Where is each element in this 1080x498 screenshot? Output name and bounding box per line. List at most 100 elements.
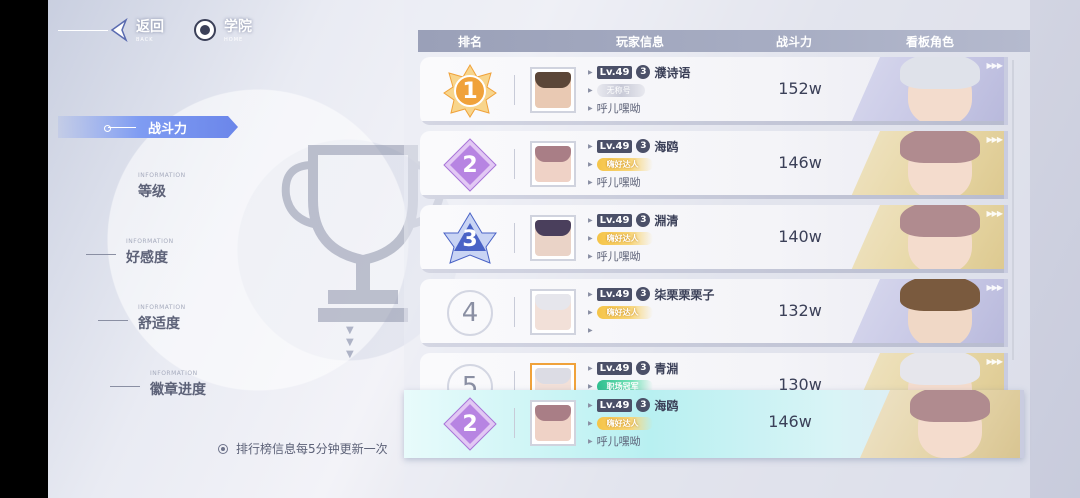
player-name: 海鸥 (654, 139, 679, 154)
group-badge: 3 (636, 398, 651, 412)
avatar (530, 289, 576, 335)
table-row[interactable]: 1 ▶ Lv.49 3 濮诗语 ▶ 无称号 ▶ 呼儿嘿呦 152w ▶▶▶ (420, 57, 1008, 125)
power-value: 146w (778, 153, 822, 172)
player-info: ▶ Lv.49 3 海鸥 ▶ 嗨好达人 ▶ 呼儿嘿呦 (588, 137, 738, 191)
home-label: 学院 (224, 19, 252, 35)
my-rank-row[interactable]: 2 ▶ Lv.49 3 海鸥 ▶ 嗨好达人 ▶ 呼儿嘿呦 146w (404, 390, 1024, 458)
showcase-character: ▶▶▶ (850, 279, 1004, 347)
divider (58, 30, 108, 31)
info-icon (218, 443, 228, 454)
indicator-icon (104, 124, 136, 132)
level-badge: Lv.49 (596, 361, 633, 375)
group-badge: 3 (636, 213, 651, 227)
power-value: 146w (768, 412, 812, 431)
menu-item-badge-progress[interactable]: INFORMATION 徽章进度 (110, 370, 206, 399)
back-button[interactable]: 返回 BACK (108, 16, 164, 43)
home-sub-label: HOME (224, 37, 244, 43)
back-arrow-icon (110, 17, 128, 42)
player-greeting: 呼儿嘿呦 (596, 435, 641, 448)
rank-number: 2 (462, 152, 478, 178)
caret-icon: ▶ (588, 178, 593, 186)
menu-item-label: 徽章进度 (150, 382, 206, 398)
caret-icon: ▶ (588, 86, 593, 94)
caret-icon: ▶ (588, 326, 593, 334)
group-badge: 3 (636, 361, 651, 375)
arrows-icon: ▶▶▶ (986, 283, 1004, 292)
caret-icon: ▶ (588, 364, 593, 372)
arrows-icon: ▶▶▶ (986, 357, 1004, 366)
arrows-icon: ▶▶▶ (986, 135, 1004, 144)
level-badge: Lv.49 (596, 398, 633, 412)
caret-icon: ▶ (588, 252, 593, 260)
showcase-character: ▶▶▶ (850, 205, 1004, 273)
caret-icon: ▶ (588, 437, 593, 445)
menu-item-label: 等级 (138, 184, 166, 200)
menu-item-level[interactable]: INFORMATION 等级 (138, 172, 186, 201)
avatar (530, 215, 576, 261)
caret-icon: ▶ (588, 216, 593, 224)
table-header: 排名 玩家信息 战斗力 看板角色 (418, 30, 1030, 52)
arrows-icon: ▶▶▶ (986, 209, 1004, 218)
update-note-text: 排行榜信息每5分钟更新一次 (236, 442, 388, 456)
rank-number: 2 (462, 411, 478, 437)
back-sub-label: BACK (136, 37, 154, 43)
caret-icon: ▶ (588, 234, 593, 242)
menu-active-label: 战斗力 (148, 121, 188, 137)
menu-item-power[interactable]: 战斗力 (58, 116, 238, 138)
decor-arrows: ▼ ▼ ▼ (346, 325, 354, 360)
title-tag: 嗨好达人 (596, 157, 653, 171)
showcase-character: ▶▶▶ (850, 57, 1004, 125)
level-badge: Lv.49 (596, 65, 633, 79)
scrollbar[interactable] (1012, 60, 1014, 360)
caret-icon: ▶ (588, 104, 593, 112)
player-name: 柒栗栗栗子 (654, 287, 715, 302)
player-info: ▶ Lv.49 3 海鸥 ▶ 嗨好达人 ▶ 呼儿嘿呦 (588, 396, 738, 450)
divider (98, 320, 128, 321)
menu-item-en: INFORMATION (138, 172, 186, 179)
divider (514, 408, 515, 438)
top-nav: 返回 BACK 学院 HOME (48, 0, 388, 60)
header-rank: 排名 (458, 34, 483, 49)
arrows-icon: ▶▶▶ (986, 61, 1004, 70)
title-tag: 嗨好达人 (596, 231, 653, 245)
avatar (530, 141, 576, 187)
table-row[interactable]: 4 ▶ Lv.49 3 柒栗栗栗子 ▶ 嗨好达人 ▶ 132w ▶▶▶ (420, 279, 1008, 347)
divider (514, 297, 515, 327)
title-tag: 无称号 (596, 83, 645, 97)
menu-item-en: INFORMATION (150, 370, 198, 377)
caret-icon: ▶ (588, 419, 593, 427)
divider (110, 386, 140, 387)
menu-item-label: 舒适度 (138, 316, 180, 332)
menu-item-label: 好感度 (126, 250, 168, 266)
divider (514, 75, 515, 105)
menu-item-en: INFORMATION (126, 238, 174, 245)
home-button[interactable]: 学院 HOME (194, 16, 252, 43)
player-name: 海鸥 (654, 398, 679, 413)
update-note: 排行榜信息每5分钟更新一次 (218, 440, 388, 457)
player-info: ▶ Lv.49 3 柒栗栗栗子 ▶ 嗨好达人 ▶ (588, 285, 738, 339)
table-row[interactable]: 2 ▶ Lv.49 3 海鸥 ▶ 嗨好达人 ▶ 呼儿嘿呦 146w ▶▶▶ (420, 131, 1008, 199)
divider (86, 254, 116, 255)
header-power: 战斗力 (776, 34, 813, 49)
menu-item-affinity[interactable]: INFORMATION 好感度 (86, 238, 174, 267)
player-name: 青淵 (654, 361, 679, 376)
caret-icon: ▶ (588, 142, 593, 150)
menu-item-en: INFORMATION (138, 304, 186, 311)
header-player: 玩家信息 (616, 34, 665, 49)
menu-item-comfort[interactable]: INFORMATION 舒适度 (98, 304, 186, 333)
title-tag: 嗨好达人 (596, 305, 653, 319)
avatar (530, 67, 576, 113)
caret-icon: ▶ (588, 68, 593, 76)
level-badge: Lv.49 (596, 213, 633, 227)
table-row[interactable]: 3 ▶ Lv.49 3 淵清 ▶ 嗨好达人 ▶ 呼儿嘿呦 140w ▶▶▶ (420, 205, 1008, 273)
group-badge: 3 (636, 65, 651, 79)
header-character: 看板角色 (906, 34, 955, 49)
player-name: 濮诗语 (654, 65, 691, 80)
caret-icon: ▶ (588, 160, 593, 168)
group-badge: 3 (636, 287, 651, 301)
caret-icon: ▶ (588, 290, 593, 298)
showcase-character (860, 390, 1020, 458)
group-badge: 3 (636, 139, 651, 153)
level-badge: Lv.49 (596, 287, 633, 301)
player-greeting: 呼儿嘿呦 (596, 176, 641, 189)
